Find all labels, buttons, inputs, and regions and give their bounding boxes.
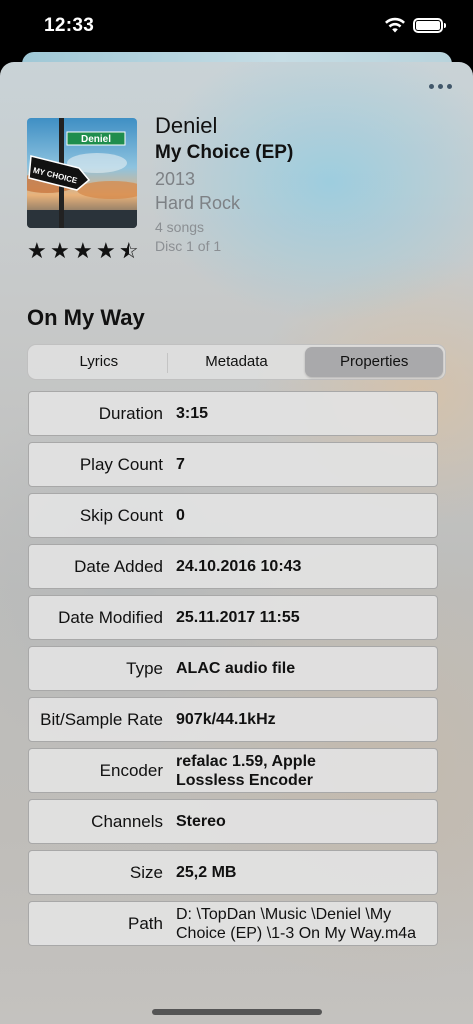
song-title: On My Way (27, 305, 145, 330)
dot-icon (446, 83, 452, 89)
art-sign-top: Deniel (81, 134, 111, 145)
property-value: 25,2 MB (176, 864, 237, 881)
property-row-date-modified: Date Modified 25.11.2017 11:55 (28, 595, 438, 640)
property-row-date-added: Date Added 24.10.2016 10:43 (28, 544, 438, 589)
properties-list: Duration 3:15 Play Count 7 Skip Count 0 … (28, 391, 438, 952)
property-value: 7 (176, 456, 185, 473)
dot-icon (437, 83, 443, 89)
star-rating[interactable]: ★ ★ ★ ★ ☆ ★ (27, 238, 140, 266)
property-value: 0 (176, 507, 185, 524)
status-time: 12:33 (44, 15, 95, 36)
property-row-path: Path D: \TopDan \Music \Deniel \My Choic… (28, 901, 438, 946)
property-row-play-count: Play Count 7 (28, 442, 438, 487)
star-filled-icon[interactable]: ★ (73, 238, 94, 266)
album-name: My Choice (EP) (155, 142, 294, 163)
star-half-icon[interactable]: ☆ ★ (119, 238, 140, 266)
property-value: 24.10.2016 10:43 (176, 558, 302, 575)
property-label: Type (126, 658, 163, 678)
album-genre: Hard Rock (155, 193, 241, 213)
property-value: ALAC audio file (176, 660, 296, 677)
property-value: refalac 1.59, Apple Lossless Encoder (176, 752, 316, 789)
song-count: 4 songs (155, 219, 205, 235)
property-label: Date Added (74, 556, 163, 576)
property-label: Play Count (79, 454, 163, 474)
disc-number: Disc 1 of 1 (155, 238, 222, 254)
property-value: Stereo (176, 813, 226, 830)
wifi-icon (385, 17, 405, 33)
property-label: Size (129, 862, 163, 882)
property-label: Skip Count (79, 505, 163, 525)
tab-lyrics[interactable]: Lyrics (30, 347, 168, 377)
star-filled-icon[interactable]: ★ (27, 238, 48, 266)
battery-icon (413, 18, 446, 33)
property-label: Bit/Sample Rate (40, 709, 163, 729)
home-indicator[interactable] (152, 1009, 322, 1015)
property-label: Date Modified (58, 607, 163, 627)
tab-properties[interactable]: Properties (305, 347, 444, 377)
star-filled-icon[interactable]: ★ (96, 238, 117, 266)
property-row-type: Type ALAC audio file (28, 646, 438, 691)
property-row-duration: Duration 3:15 (28, 391, 438, 436)
album-art-image: Deniel MY CHOICE (27, 118, 137, 228)
star-filled-icon[interactable]: ★ (50, 238, 71, 266)
property-value: 25.11.2017 11:55 (176, 609, 300, 626)
more-options-button[interactable] (425, 78, 455, 94)
property-value: D: \TopDan \Music \Deniel \My Choice (EP… (176, 905, 417, 942)
info-tabs: Lyrics Metadata Properties (27, 344, 446, 380)
property-row-channels: Channels Stereo (28, 799, 438, 844)
tab-metadata[interactable]: Metadata (168, 347, 306, 377)
property-row-skip-count: Skip Count 0 (28, 493, 438, 538)
property-row-bit-sample-rate: Bit/Sample Rate 907k/44.1kHz (28, 697, 438, 742)
property-row-size: Size 25,2 MB (28, 850, 438, 895)
property-label: Channels (91, 811, 163, 831)
dot-icon (428, 83, 434, 89)
property-value: 3:15 (176, 405, 209, 422)
album-artwork[interactable]: Deniel MY CHOICE (27, 118, 137, 228)
property-value: 907k/44.1kHz (176, 711, 276, 728)
track-header: Deniel My Choice (EP) 2013 Hard Rock 4 s… (155, 113, 293, 257)
property-row-encoder: Encoder refalac 1.59, Apple Lossless Enc… (28, 748, 438, 793)
property-label: Encoder (99, 760, 163, 780)
album-year: 2013 (155, 169, 196, 189)
property-label: Path (128, 913, 163, 933)
property-label: Duration (98, 403, 163, 423)
status-bar: 12:33 (0, 0, 473, 52)
artist-name: Deniel (155, 113, 218, 138)
